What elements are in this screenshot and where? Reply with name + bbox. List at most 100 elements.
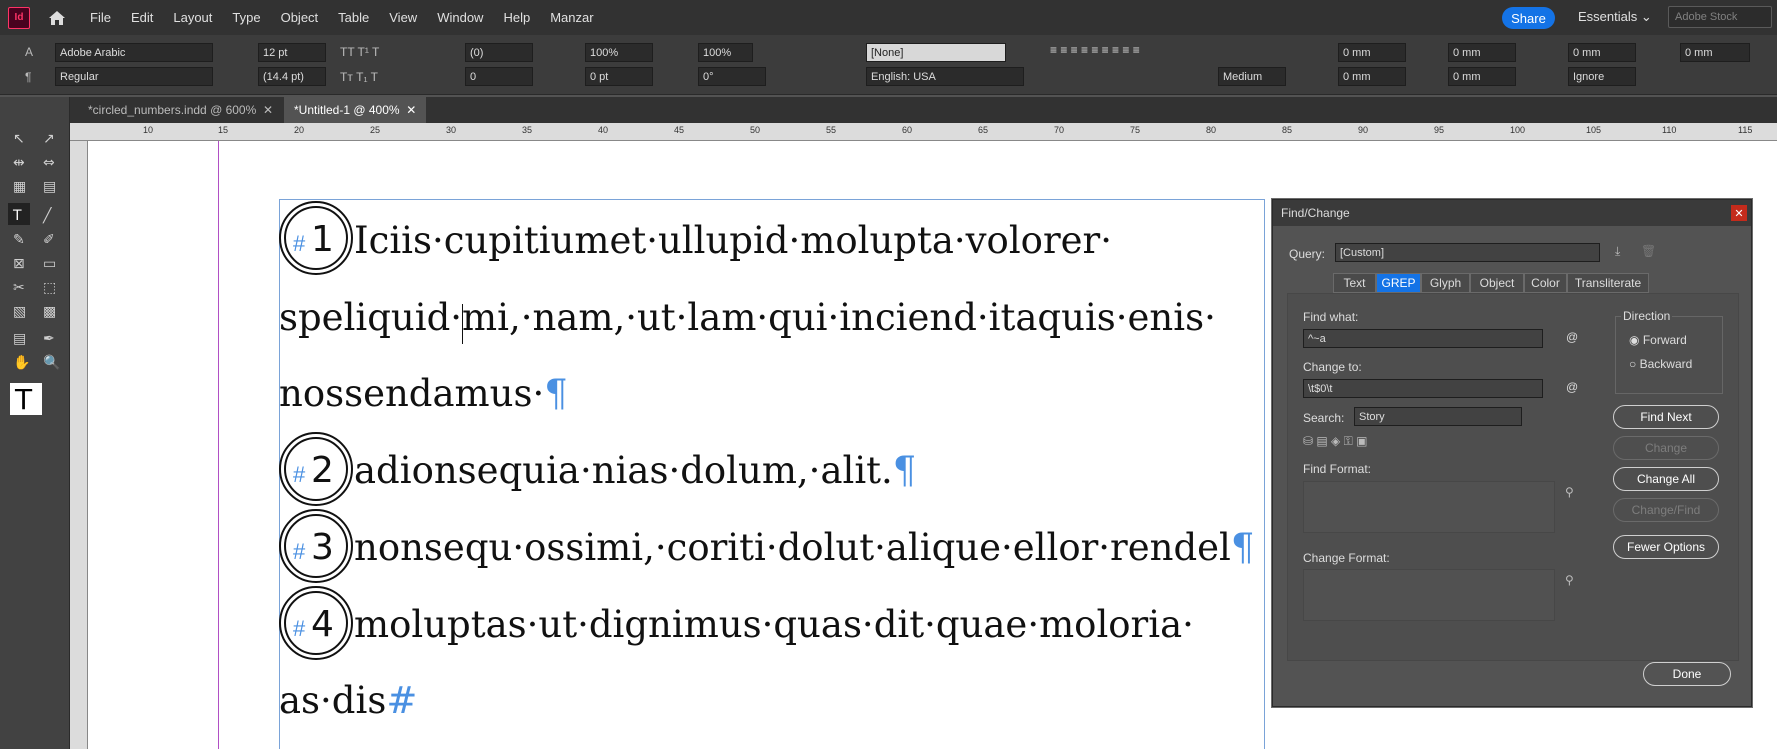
svg-text:T: T [12,208,22,224]
special-chars-change-icon[interactable]: @ [1566,380,1578,394]
tracking-field[interactable]: (0) [465,43,533,62]
change-format-box[interactable] [1303,569,1555,621]
forward-radio[interactable]: ◉ Forward [1629,333,1687,347]
search-option-icons[interactable]: ⛁ ▤ ◈ ⚿ ▣ [1303,434,1367,449]
menu-layout[interactable]: Layout [163,10,222,25]
circle-number: 4 [311,604,334,645]
special-chars-find-icon[interactable]: @ [1566,330,1578,344]
character-mode-icon[interactable]: A [25,45,33,59]
home-icon[interactable] [46,7,68,29]
forward-label: Forward [1642,333,1687,347]
menu-window[interactable]: Window [427,10,493,25]
right-indent-field[interactable]: 0 mm [1448,43,1516,62]
svg-text:▤: ▤ [13,331,26,347]
tab-object[interactable]: Object [1470,273,1524,293]
character-style-field[interactable]: [None] [866,43,1006,62]
baseline-shift-field[interactable]: 0 pt [585,67,653,86]
align-buttons[interactable]: ≡ ≡ ≡ ≡ ≡ ≡ ≡ ≡ ≡ [1050,43,1140,57]
search-scope-select[interactable]: Story [1354,407,1522,426]
ruler-label: 90 [1358,125,1369,135]
horizontal-scale-field[interactable]: 100% [698,43,753,62]
tab-untitled[interactable]: *Untitled-1 @ 400% ✕ [284,97,427,123]
done-button[interactable]: Done [1643,662,1731,686]
close-icon[interactable]: ✕ [1731,205,1747,221]
change-to-input[interactable]: \t$0\t [1303,379,1543,398]
svg-text:▩: ▩ [43,304,56,320]
stock-search-input[interactable]: Adobe Stock [1668,6,1772,28]
text-line: nossendamus·¶ [279,372,568,415]
share-button[interactable]: Share [1502,7,1555,29]
vertical-scale-field[interactable]: 100% [585,43,653,62]
fewer-options-button[interactable]: Fewer Options [1613,535,1719,559]
find-format-settings-icon[interactable]: ⚲ [1565,485,1574,499]
tab-transliterate[interactable]: Transliterate [1567,273,1649,293]
all-caps-icon[interactable]: TT T¹ T [340,45,379,59]
delete-query-icon: 🗑 [1641,244,1657,258]
menu-type[interactable]: Type [222,10,270,25]
font-family-field[interactable]: Adobe Arabic [55,43,213,62]
change-to-label: Change to: [1303,360,1362,374]
ruler-label: 10 [143,125,154,135]
change-all-button[interactable]: Change All [1613,467,1719,491]
query-select[interactable]: [Custom] [1335,243,1600,262]
menu-edit[interactable]: Edit [121,10,163,25]
tab-label: *circled_numbers.indd @ 600% [88,103,257,117]
menu-object[interactable]: Object [271,10,329,25]
circle-number: 3 [311,527,334,568]
circled-number: 3 # [279,509,353,583]
svg-text:🔍: 🔍 [43,353,60,371]
ruler-label: 30 [446,125,457,135]
svg-text:✐: ✐ [43,232,55,248]
menu-manzar[interactable]: Manzar [540,10,603,25]
leading-field[interactable]: (14.4 pt) [258,67,326,86]
skew-field[interactable]: 0° [698,67,766,86]
control-panel: A ¶ Adobe Arabic Regular 12 pt (14.4 pt)… [0,35,1777,95]
left-indent-field[interactable]: 0 mm [1338,43,1406,62]
workspace-label: Essentials [1578,9,1638,24]
tab-glyph[interactable]: Glyph [1421,273,1470,293]
find-what-input[interactable]: ^~a [1303,329,1543,348]
tab-grep[interactable]: GREP [1376,273,1421,293]
tool-icons[interactable]: ↖ ↗ ⇹ ⇔ ▦ ▤ T ╱ ✎ ✐ ⊠ ▭ ✂ ⬚ ▧ ▩ ▤ ✒ ✋ 🔍 T [0,127,70,577]
menu-file[interactable]: File [80,10,121,25]
space-after-field[interactable]: 0 mm [1680,43,1750,62]
font-style-field[interactable]: Regular [55,67,213,86]
change-button: Change [1613,436,1719,460]
small-caps-icon[interactable]: Tт T₁ T [340,70,378,84]
circled-number: 1 # [279,201,353,275]
menu-view[interactable]: View [379,10,427,25]
menu-help[interactable]: Help [493,10,540,25]
workspace-switcher[interactable]: Essentials ⌄ [1578,9,1652,25]
svg-text:▤: ▤ [43,179,56,195]
ruler-label: 15 [218,125,229,135]
ruler-label: 115 [1738,125,1753,135]
font-size-field[interactable]: 12 pt [258,43,326,62]
ruler-label: 25 [370,125,381,135]
first-line-indent-field[interactable]: 0 mm [1338,67,1406,86]
ruler-label: 100 [1510,125,1526,135]
tab-circled-numbers[interactable]: *circled_numbers.indd @ 600% ✕ [78,97,283,123]
svg-text:✂: ✂ [13,280,25,296]
tab-text[interactable]: Text [1333,273,1376,293]
save-query-icon[interactable]: ⤓ [1615,244,1620,259]
pilcrow: ¶ [892,449,917,492]
backward-radio[interactable]: ○ Backward [1629,357,1692,371]
language-field[interactable]: English: USA [866,67,1024,86]
find-format-box[interactable] [1303,481,1555,533]
ruler-label: 60 [902,125,913,135]
ruler-label: 55 [826,125,837,135]
ruler-label: 35 [522,125,533,135]
ruler-label: 65 [978,125,989,135]
last-line-indent-field[interactable]: 0 mm [1448,67,1516,86]
change-format-settings-icon[interactable]: ⚲ [1565,573,1574,587]
menu-table[interactable]: Table [328,10,379,25]
tab-color[interactable]: Color [1524,273,1567,293]
kerning-field[interactable]: 0 [465,67,533,86]
composer-field[interactable]: Medium [1218,67,1286,86]
svg-text:✒: ✒ [43,331,55,347]
baseline-grid-field[interactable]: Ignore [1568,67,1636,86]
find-next-button[interactable]: Find Next [1613,405,1719,429]
space-before-field[interactable]: 0 mm [1568,43,1636,62]
paragraph-mode-icon[interactable]: ¶ [25,70,31,84]
svg-text:▦: ▦ [13,179,26,195]
